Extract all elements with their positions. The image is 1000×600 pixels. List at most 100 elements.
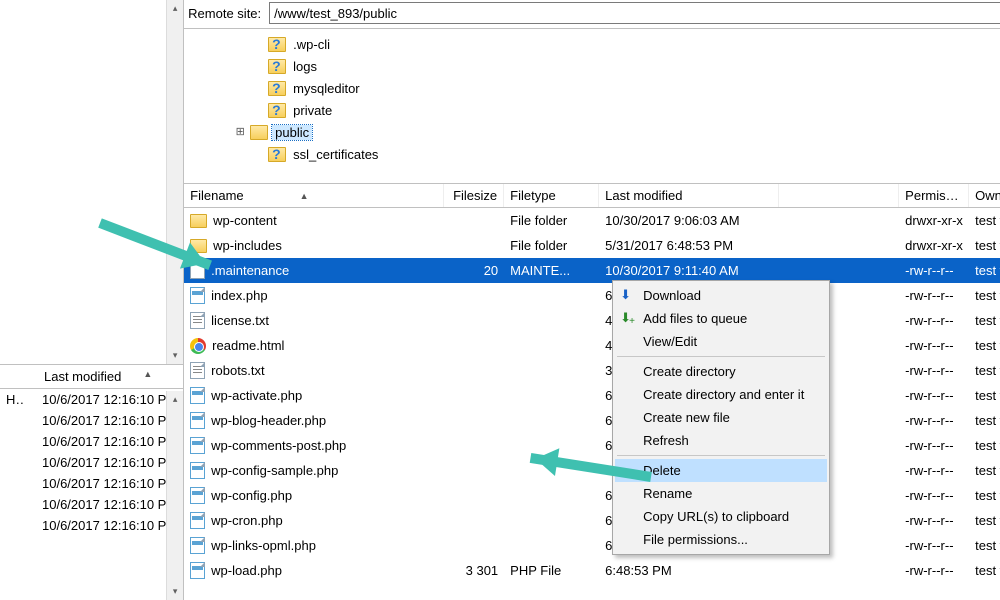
remote-path-bar: Remote site:: [184, 0, 1000, 29]
scroll-down-icon[interactable]: ▾: [167, 583, 184, 600]
remote-tree[interactable]: .wp-clilogsmysqleditor private ⊞public ssl_…: [184, 29, 1000, 184]
file-owner: test ww...: [969, 409, 1000, 432]
tree-node[interactable]: ⊞public: [234, 121, 1000, 143]
expander-icon[interactable]: ⊞: [234, 125, 246, 139]
list-item[interactable]: 10/6/2017 12:16:10 PM: [0, 473, 183, 494]
list-item[interactable]: 10/6/2017 12:16:10 PM: [0, 410, 183, 431]
ctx-add-to-queue[interactable]: Add files to queue: [615, 307, 827, 330]
table-row[interactable]: readme.html4:50:24 PM-rw-r--r--test ww..…: [184, 333, 1000, 358]
table-row[interactable]: index.php6:48:53 PM-rw-r--r--test ww...: [184, 283, 1000, 308]
table-row[interactable]: wp-blog-header.php6:48:53 PM-rw-r--r--te…: [184, 408, 1000, 433]
ctx-view-edit[interactable]: View/Edit: [615, 330, 827, 353]
remote-list-header[interactable]: Filename▲ Filesize Filetype Last modifie…: [184, 184, 1000, 208]
col-filename[interactable]: Filename▲: [184, 184, 444, 207]
file-type: [504, 517, 599, 525]
table-row[interactable]: wp-activate.php6:48:53 PM-rw-r--r--test …: [184, 383, 1000, 408]
local-col-modified: 10/6/2017 12:16:10 PM: [42, 455, 177, 470]
table-row[interactable]: wp-links-opml.php6:48:53 PM-rw-r--r--tes…: [184, 533, 1000, 558]
table-row[interactable]: wp-comments-post.php6:48:53 PM-rw-r--r--…: [184, 433, 1000, 458]
context-menu[interactable]: Download Add files to queue View/Edit Cr…: [612, 280, 830, 555]
scroll-up-icon[interactable]: ▴: [167, 0, 184, 17]
file-permissions: -rw-r--r--: [899, 409, 969, 432]
ctx-file-permissions[interactable]: File permissions...: [615, 528, 827, 551]
file-size: [444, 467, 504, 475]
file-modified: 10/30/2017 9:06:03 AM: [599, 209, 779, 232]
unknown-folder-icon: [268, 103, 286, 118]
col-last-modified[interactable]: Last modified: [599, 184, 779, 207]
table-row[interactable]: wp-contentFile folder10/30/2017 9:06:03 …: [184, 208, 1000, 233]
tree-node[interactable]: ssl_certificates: [252, 143, 1000, 165]
file-size: [444, 517, 504, 525]
folder-icon: [190, 214, 207, 228]
file-permissions: -rw-r--r--: [899, 459, 969, 482]
ctx-create-directory-enter[interactable]: Create directory and enter it: [615, 383, 827, 406]
unknown-folder-icon: [268, 81, 286, 96]
ctx-refresh[interactable]: Refresh: [615, 429, 827, 452]
local-col-ht: [6, 413, 24, 428]
file-owner: test ww...: [969, 284, 1000, 307]
ctx-download[interactable]: Download: [615, 284, 827, 307]
sort-asc-icon: ▲: [250, 191, 309, 201]
table-row[interactable]: robots.txt3:53:54 PM-rw-r--r--test ww...: [184, 358, 1000, 383]
list-item[interactable]: 10/6/2017 12:16:10 PM: [0, 515, 183, 536]
file-owner: test ww...: [969, 359, 1000, 382]
file-type: PHP File: [504, 559, 599, 582]
ctx-copy-urls[interactable]: Copy URL(s) to clipboard: [615, 505, 827, 528]
col-filetype[interactable]: Filetype: [504, 184, 599, 207]
file-permissions: drwxr-xr-x: [899, 234, 969, 257]
scrollbar-vertical[interactable]: ▴ ▾: [166, 0, 183, 364]
local-col-modified: 10/6/2017 12:16:10 PM: [42, 434, 177, 449]
local-col-modified: 10/6/2017 12:16:10 PM: [42, 476, 177, 491]
ctx-create-directory[interactable]: Create directory: [615, 360, 827, 383]
list-item[interactable]: 10/6/2017 12:16:10 PM: [0, 431, 183, 452]
col-permissions[interactable]: Permissi...: [899, 184, 969, 207]
remote-path-input[interactable]: [269, 2, 1000, 24]
local-col-last-modified[interactable]: Last modified: [44, 369, 121, 384]
list-item[interactable]: 10/6/2017 12:16:10 PM: [0, 494, 183, 515]
scroll-up-icon[interactable]: ▴: [167, 391, 184, 408]
php-icon: [190, 387, 205, 404]
table-row[interactable]: .maintenance20MAINTE...10/30/2017 9:11:4…: [184, 258, 1000, 283]
php-icon: [190, 412, 205, 429]
tree-node[interactable]: .wp-cli: [252, 33, 1000, 55]
tree-node[interactable]: logs: [252, 55, 1000, 77]
table-row[interactable]: wp-includesFile folder5/31/2017 6:48:53 …: [184, 233, 1000, 258]
tree-node[interactable]: mysqleditor: [252, 77, 1000, 99]
table-row[interactable]: wp-config.php6:48:53 PM-rw-r--r--test ww…: [184, 483, 1000, 508]
col-filesize[interactable]: Filesize: [444, 184, 504, 207]
col-owner[interactable]: Owner/G...: [969, 184, 1000, 207]
file-name: wp-config.php: [211, 488, 292, 503]
list-item[interactable]: HT...10/6/2017 12:16:10 PM: [0, 389, 183, 410]
tree-node-label: ssl_certificates: [290, 147, 381, 162]
scroll-down-icon[interactable]: ▾: [167, 347, 184, 364]
scrollbar-vertical[interactable]: ▴ ▾: [166, 391, 183, 600]
local-col-ht: [6, 497, 24, 512]
file-modified: 10/30/2017 9:11:40 AM: [599, 259, 779, 282]
file-type: File folder: [504, 234, 599, 257]
ctx-rename[interactable]: Rename: [615, 482, 827, 505]
file-size: [444, 242, 504, 250]
remote-file-list[interactable]: Filename▲ Filesize Filetype Last modifie…: [184, 184, 1000, 600]
file-name: wp-cron.php: [211, 513, 283, 528]
file-permissions: -rw-r--r--: [899, 484, 969, 507]
file-size: 3 301: [444, 559, 504, 582]
php-icon: [190, 487, 205, 504]
table-row[interactable]: license.txt4:50:24 PM-rw-r--r--test ww..…: [184, 308, 1000, 333]
file-permissions: -rw-r--r--: [899, 359, 969, 382]
tree-node-label: private: [290, 103, 335, 118]
file-size: [444, 417, 504, 425]
file-permissions: -rw-r--r--: [899, 509, 969, 532]
ctx-create-new-file[interactable]: Create new file: [615, 406, 827, 429]
tree-node[interactable]: private: [252, 99, 1000, 121]
table-row[interactable]: wp-cron.php6:48:53 PM-rw-r--r--test ww..…: [184, 508, 1000, 533]
file-size: [444, 342, 504, 350]
unknown-folder-icon: [268, 59, 286, 74]
list-item[interactable]: 10/6/2017 12:16:10 PM: [0, 452, 183, 473]
local-list-header[interactable]: Last modified ▲: [0, 365, 183, 389]
table-row[interactable]: wp-load.php3 301PHP File6:48:53 PM-rw-r-…: [184, 558, 1000, 583]
file-name: wp-links-opml.php: [211, 538, 316, 553]
local-col-ht: [6, 518, 24, 533]
file-permissions: -rw-r--r--: [899, 434, 969, 457]
file-permissions: drwxr-xr-x: [899, 209, 969, 232]
local-col-ht: HT...: [6, 392, 24, 407]
